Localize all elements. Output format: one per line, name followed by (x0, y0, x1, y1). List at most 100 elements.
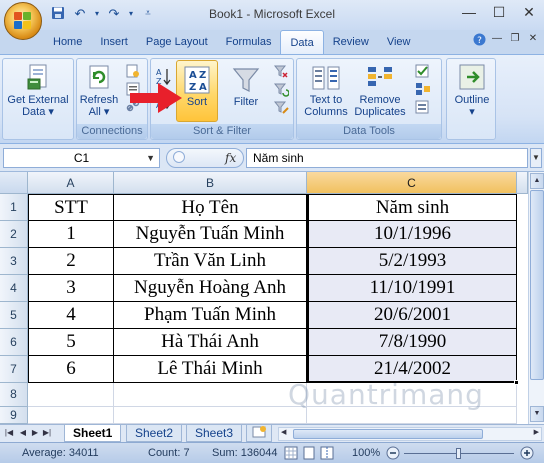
cell-c2[interactable]: 10/1/1996 (307, 221, 517, 248)
tab-home[interactable]: Home (44, 30, 91, 54)
scroll-up-icon[interactable]: ▲ (530, 173, 544, 189)
cell-c6[interactable]: 7/8/1990 (307, 329, 517, 356)
clear-filter-icon[interactable] (273, 63, 289, 79)
tab-review[interactable]: Review (324, 30, 378, 54)
name-box[interactable]: C1 ▼ (3, 148, 160, 168)
row-header-7[interactable]: 7 (0, 356, 28, 383)
cell-b2[interactable]: Nguyễn Tuấn Minh (114, 221, 307, 248)
cell-c5[interactable]: 20/6/2001 (307, 302, 517, 329)
zoom-in-icon[interactable] (520, 446, 534, 463)
cell-a5[interactable]: 4 (28, 302, 114, 329)
fill-handle[interactable] (514, 380, 519, 385)
maximize-button[interactable]: ☐ (488, 4, 510, 21)
cell-b1[interactable]: Họ Tên (114, 194, 307, 221)
close-button[interactable]: ✕ (518, 4, 540, 21)
help-icon[interactable]: ? (472, 33, 486, 49)
name-box-dropdown-icon[interactable]: ▼ (146, 149, 155, 167)
tab-view[interactable]: View (378, 30, 420, 54)
zoom-slider-thumb[interactable] (456, 448, 461, 459)
vertical-scroll-thumb[interactable] (530, 190, 544, 380)
column-header-d[interactable] (517, 172, 528, 194)
sort-button[interactable]: AZZA Sort (176, 65, 218, 108)
cell-b5[interactable]: Phạm Tuấn Minh (114, 302, 307, 329)
row-header-3[interactable]: 3 (0, 248, 28, 275)
workbook-close-button[interactable]: ✕ (526, 33, 540, 49)
horizontal-scroll-thumb[interactable] (293, 429, 483, 439)
row-header-9[interactable]: 9 (0, 407, 28, 424)
get-external-data-group: Get External Data ▾ (2, 58, 74, 140)
cell-a9[interactable] (28, 407, 114, 424)
scroll-right-icon[interactable]: ▶ (534, 428, 539, 436)
cell-a2[interactable]: 1 (28, 221, 114, 248)
minimize-button[interactable]: — (458, 4, 480, 20)
horizontal-scrollbar[interactable]: ◀ ▶ (278, 427, 542, 441)
scroll-down-icon[interactable]: ▼ (530, 406, 544, 422)
sheet-tab-sheet3[interactable]: Sheet3 (186, 425, 243, 442)
row-header-4[interactable]: 4 (0, 275, 28, 302)
advanced-filter-icon[interactable] (273, 99, 289, 115)
select-all-button[interactable] (0, 172, 28, 194)
sheet-tab-sheet1[interactable]: Sheet1 (64, 425, 122, 442)
row-header-5[interactable]: 5 (0, 302, 28, 329)
next-sheet-icon[interactable]: ▶ (30, 428, 40, 437)
expand-formula-bar-icon[interactable]: ▼ (530, 148, 542, 168)
cell-a8[interactable] (28, 383, 114, 407)
cell-a7[interactable]: 6 (28, 356, 114, 383)
cell-a4[interactable]: 3 (28, 275, 114, 302)
cell-a1[interactable]: STT (28, 194, 114, 221)
cell-b6[interactable]: Hà Thái Anh (114, 329, 307, 356)
prev-sheet-icon[interactable]: ◀ (18, 428, 28, 437)
zoom-out-icon[interactable] (386, 446, 400, 463)
tab-formulas[interactable]: Formulas (217, 30, 281, 54)
consolidate-icon[interactable] (415, 81, 431, 97)
cell-b8[interactable] (114, 383, 307, 407)
office-button[interactable] (4, 2, 42, 40)
insert-sheet-button[interactable] (246, 425, 272, 442)
remove-duplicates-button[interactable]: Remove Duplicates (351, 63, 409, 118)
outline-button[interactable]: Outline ▾ (449, 63, 495, 118)
row-header-1[interactable]: 1 (0, 194, 28, 221)
row-header-2[interactable]: 2 (0, 221, 28, 248)
connections-icon[interactable] (125, 63, 141, 79)
page-break-view-icon[interactable] (320, 446, 334, 463)
data-validation-icon[interactable] (415, 63, 431, 79)
formula-input[interactable]: Năm sinh (246, 148, 528, 168)
sheet-tab-bar: |◀ ◀ ▶ ▶| Sheet1 Sheet2 Sheet3 ◀ ▶ (0, 424, 544, 442)
cell-b3[interactable]: Trần Văn Linh (114, 248, 307, 275)
cell-b4[interactable]: Nguyễn Hoàng Anh (114, 275, 307, 302)
workbook-restore-button[interactable]: ❐ (508, 33, 522, 49)
tab-data[interactable]: Data (280, 30, 324, 54)
last-sheet-icon[interactable]: ▶| (42, 428, 52, 437)
tab-insert[interactable]: Insert (91, 30, 137, 54)
vertical-scrollbar[interactable]: ▲ ▼ (528, 172, 544, 424)
column-header-c[interactable]: C (307, 172, 517, 194)
reapply-icon[interactable] (273, 81, 290, 97)
cell-b7[interactable]: Lê Thái Minh (114, 356, 307, 383)
cell-a6[interactable]: 5 (28, 329, 114, 356)
cell-c4[interactable]: 11/10/1991 (307, 275, 517, 302)
get-external-data-button[interactable]: Get External Data ▾ (5, 63, 71, 118)
cell-a3[interactable]: 2 (28, 248, 114, 275)
tab-page-layout[interactable]: Page Layout (137, 30, 217, 54)
normal-view-icon[interactable] (284, 446, 298, 463)
column-header-b[interactable]: B (114, 172, 307, 194)
first-sheet-icon[interactable]: |◀ (4, 428, 14, 437)
cell-b9[interactable] (114, 407, 307, 424)
workbook-minimize-button[interactable]: — (490, 33, 504, 49)
row-header-8[interactable]: 8 (0, 383, 28, 407)
row-header-6[interactable]: 6 (0, 329, 28, 356)
filter-button[interactable]: Filter (226, 65, 266, 108)
cell-c3[interactable]: 5/2/1993 (307, 248, 517, 275)
column-header-a[interactable]: A (28, 172, 114, 194)
scroll-left-icon[interactable]: ◀ (281, 428, 286, 436)
sort-a-to-z-icon[interactable]: AZ (155, 67, 171, 86)
cell-c1[interactable]: Năm sinh (307, 194, 517, 221)
insert-function-icon[interactable]: fx (225, 151, 236, 165)
zoom-level[interactable]: 100% (352, 447, 380, 459)
page-layout-view-icon[interactable] (302, 446, 316, 463)
text-to-columns-button[interactable]: Text to Columns (301, 63, 351, 118)
sort-filter-group-label: Sort & Filter (151, 124, 293, 139)
refresh-all-button[interactable]: Refresh All ▾ (79, 63, 119, 118)
sheet-tab-sheet2[interactable]: Sheet2 (126, 425, 183, 442)
what-if-analysis-icon[interactable] (415, 99, 431, 115)
